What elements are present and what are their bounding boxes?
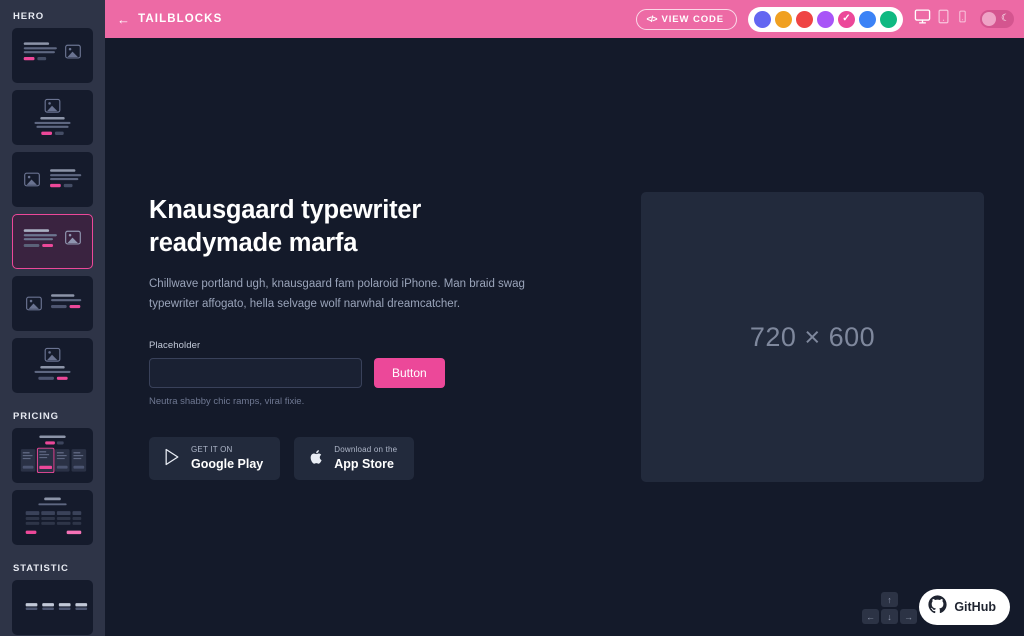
app-store-text: Download on the App Store: [334, 445, 397, 472]
sidebar-item-statistic-layout-1[interactable]: [12, 580, 93, 635]
image-placeholder: 720 × 600: [641, 192, 984, 482]
dark-mode-toggle[interactable]: ☾: [980, 10, 1014, 28]
hero-layout-4-preview: [23, 229, 81, 248]
hero-layout-1-preview: [23, 42, 81, 61]
back-to-home-link[interactable]: ← TAILBLOCKS: [117, 13, 222, 26]
google-play-small-label: GET IT ON: [191, 445, 233, 455]
sidebar-section-label-hero: HERO: [13, 11, 45, 22]
google-play-icon: [162, 446, 182, 471]
form-row: Button: [149, 358, 529, 389]
device-toggle-group: [914, 8, 969, 30]
hero-text-column: Knausgaard typewriter readymade marfa Ch…: [149, 194, 569, 481]
hero-layout-2-preview: [34, 98, 71, 135]
sidebar-item-hero-layout-5[interactable]: [12, 276, 93, 331]
code-brackets-icon: </>: [646, 14, 658, 24]
topbar: ← TAILBLOCKS </> VIEW CODE ✓ ☾: [105, 0, 1024, 38]
placeholder-input[interactable]: [149, 358, 362, 389]
sidebar-item-pricing-layout-1[interactable]: [12, 428, 93, 483]
sidebar-section-label-statistic: STATISTIC: [13, 563, 69, 574]
arrow-up-key[interactable]: ↑: [881, 592, 898, 607]
arrow-right-key[interactable]: →: [900, 609, 917, 624]
apple-icon: [307, 446, 325, 471]
google-play-big-label: Google Play: [191, 457, 264, 472]
github-label: GitHub: [954, 600, 996, 614]
main-panel: ← TAILBLOCKS </> VIEW CODE ✓ ☾ Knausgaar…: [105, 0, 1024, 636]
sidebar-item-hero-layout-1[interactable]: [12, 28, 93, 83]
swatch-emerald[interactable]: [880, 10, 897, 28]
tablet-icon[interactable]: [936, 8, 951, 30]
app-store-small-label: Download on the: [334, 445, 398, 455]
hero-image-column: 720 × 600: [569, 192, 984, 482]
app-root: HERO PRICING STATISTIC ← TAILBLOCKS </> …: [0, 0, 1024, 636]
arrow-key-row-bottom: ← ↓ →: [862, 609, 917, 624]
pricing-layout-2-preview: [25, 497, 82, 535]
arrow-key-navigation: ↑ ← ↓ →: [862, 592, 917, 624]
google-play-text: GET IT ON Google Play: [191, 445, 263, 472]
google-play-button[interactable]: GET IT ON Google Play: [149, 437, 281, 481]
github-icon: [928, 595, 947, 619]
hero-description: Chillwave portland ugh, knausgaard fam p…: [149, 278, 525, 311]
arrow-down-key[interactable]: ↓: [881, 609, 898, 624]
page-title: Knausgaard typewriter readymade marfa: [149, 195, 422, 258]
desktop-icon[interactable]: [914, 8, 931, 30]
swatch-pink-selected[interactable]: ✓: [838, 10, 855, 28]
hero-layout-5-preview: [26, 294, 82, 311]
sidebar-item-hero-layout-6[interactable]: [12, 338, 93, 393]
view-code-button[interactable]: </> VIEW CODE: [635, 8, 737, 30]
view-code-label: VIEW CODE: [661, 13, 724, 25]
swatch-blue[interactable]: [859, 10, 876, 28]
arrow-left-icon: ←: [117, 11, 132, 27]
swatch-red[interactable]: [796, 10, 813, 28]
topbar-controls: </> VIEW CODE ✓ ☾: [635, 6, 1014, 32]
sidebar: HERO PRICING STATISTIC: [0, 0, 105, 636]
helper-text: Neutra shabby chic ramps, viral fixie.: [149, 396, 305, 408]
hero-layout-6-preview: [34, 347, 71, 380]
toggle-knob: [982, 12, 996, 26]
swatch-indigo[interactable]: [754, 10, 771, 28]
statistic-layout-1-preview: [25, 603, 88, 611]
brand-name: TAILBLOCKS: [138, 13, 223, 25]
store-badges: GET IT ON Google Play Download on the Ap…: [149, 437, 529, 481]
check-icon: ✓: [842, 13, 851, 24]
hero-section: Knausgaard typewriter readymade marfa Ch…: [105, 38, 1024, 636]
sidebar-item-hero-layout-2[interactable]: [12, 90, 93, 145]
swatch-amber[interactable]: [775, 10, 792, 28]
arrow-key-row-top: ↑: [881, 592, 898, 607]
mobile-icon[interactable]: [956, 8, 969, 30]
app-store-big-label: App Store: [334, 457, 394, 472]
submit-button[interactable]: Button: [374, 358, 445, 389]
sidebar-item-hero-layout-4[interactable]: [12, 214, 93, 269]
moon-icon: ☾: [1001, 13, 1010, 24]
arrow-left-key[interactable]: ←: [862, 609, 879, 624]
sidebar-section-label-pricing: PRICING: [13, 411, 59, 422]
placeholder-field-label: Placeholder: [149, 340, 201, 352]
color-swatch-group: ✓: [748, 6, 903, 32]
sidebar-item-hero-layout-3[interactable]: [12, 152, 93, 207]
pricing-layout-1-preview: [20, 435, 87, 474]
sidebar-item-pricing-layout-2[interactable]: [12, 490, 93, 545]
swatch-purple[interactable]: [817, 10, 834, 28]
hero-layout-3-preview: [24, 169, 82, 188]
app-store-button[interactable]: Download on the App Store: [294, 437, 415, 481]
github-button[interactable]: GitHub: [919, 589, 1010, 625]
